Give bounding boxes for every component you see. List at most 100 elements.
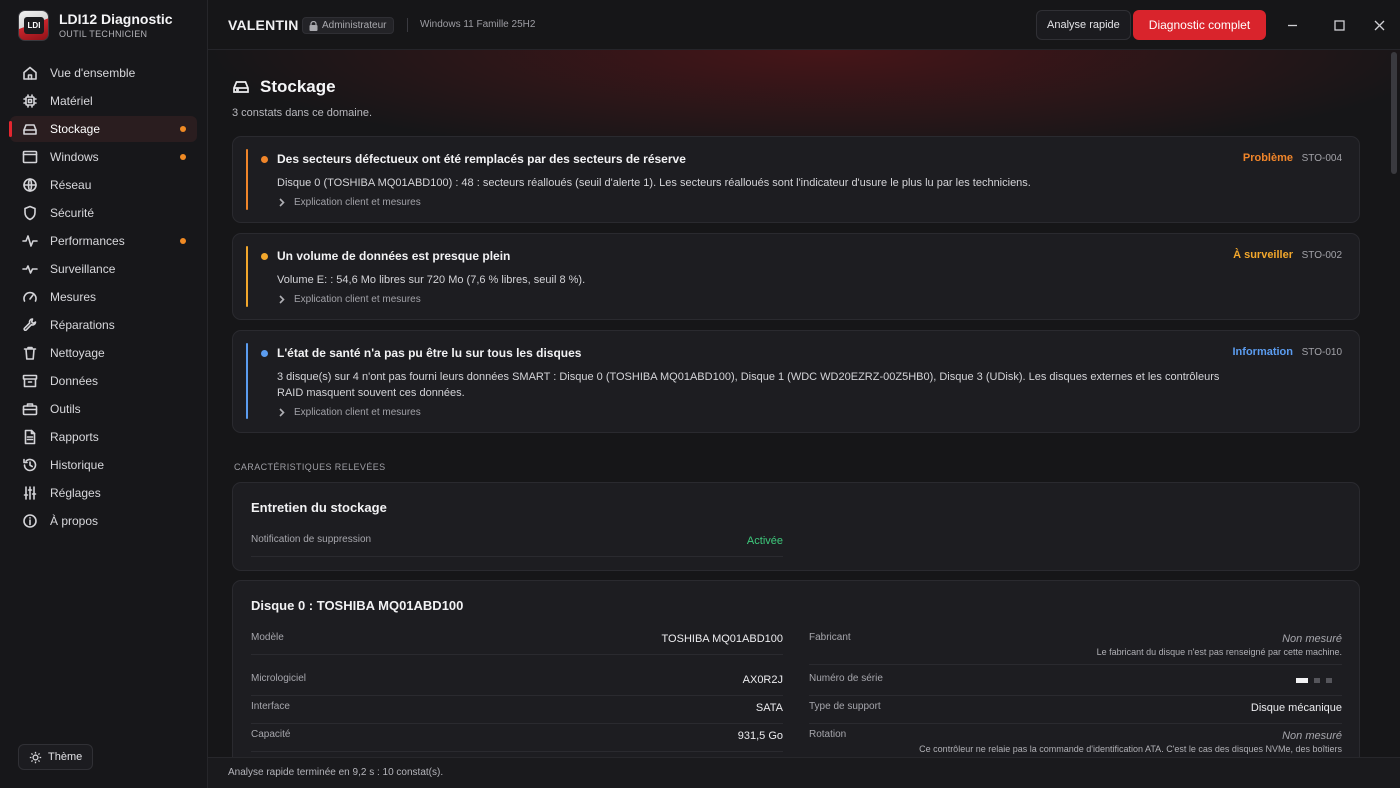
sidebar-item-label: Nettoyage [50, 346, 105, 360]
pulse-icon [22, 233, 38, 249]
divider [407, 18, 408, 32]
card-title: Disque 0 : TOSHIBA MQ01ABD100 [251, 598, 464, 613]
sidebar-item-label: Performances [50, 234, 125, 248]
app-subtitle: OUTIL TECHNICIEN [59, 28, 148, 39]
theme-label: Thème [48, 751, 83, 763]
severity-dot [261, 350, 268, 357]
drive-icon [22, 121, 38, 137]
maximize-icon [1333, 19, 1345, 31]
explanation-label: Explication client et mesures [294, 294, 421, 305]
chevron-right-icon [279, 295, 285, 304]
sidebar-item-donnees[interactable]: Données [10, 368, 197, 394]
kv-key: Rotation [809, 729, 847, 740]
finding-title: L'état de santé n'a pas pu être lu sur t… [277, 346, 582, 360]
kv-key: Numéro de série [809, 673, 883, 684]
finding-text: Disque 0 (TOSHIBA MQ01ABD100) : 48 : sec… [277, 177, 1031, 189]
finding-title: Des secteurs défectueux ont été remplacé… [277, 152, 686, 166]
kv-key: Fabricant [809, 632, 851, 643]
explanation-toggle[interactable]: Explication client et mesures [277, 294, 421, 305]
sliders-icon [22, 485, 38, 501]
minimize-button[interactable] [1282, 15, 1302, 35]
top-bar: VALENTIN Administrateur Windows 11 Famil… [208, 0, 1400, 50]
sidebar-item-reparations[interactable]: Réparations [10, 312, 197, 338]
info-icon [22, 513, 38, 529]
sidebar-item-label: Windows [50, 150, 99, 164]
kv-key: Type de support [809, 701, 881, 712]
gauge-icon [22, 289, 38, 305]
sidebar-item-mesures[interactable]: Mesures [10, 284, 197, 310]
chevron-right-icon [279, 198, 285, 207]
kv-row: Interface SATA [251, 696, 783, 724]
sidebar-item-rapports[interactable]: Rapports [10, 424, 197, 450]
kv-row: Modèle TOSHIBA MQ01ABD100 [251, 627, 783, 655]
severity-label: Problème [1242, 152, 1293, 164]
kv-key: Interface [251, 701, 290, 712]
role-badge: Administrateur [302, 17, 395, 34]
sidebar-item-label: Sécurité [50, 206, 95, 220]
archive-icon [22, 373, 38, 389]
sidebar-item-stockage[interactable]: Stockage [9, 116, 197, 142]
full-diagnostic-button[interactable]: Diagnostic complet [1133, 10, 1266, 40]
drive-icon [233, 81, 249, 93]
kv-value: Disque mécanique [1250, 702, 1342, 714]
explanation-toggle[interactable]: Explication client et mesures [277, 197, 421, 208]
sidebar-item-reseau[interactable]: Réseau [10, 172, 197, 198]
monitor-pulse-icon [22, 261, 38, 277]
window-icon [22, 149, 38, 165]
lock-icon [309, 20, 318, 31]
page-title: Stockage [260, 77, 336, 96]
kv-row: Notification de suppression Activée [251, 529, 783, 557]
kv-value: 931,5 Go [737, 730, 783, 742]
section-label: CARACTÉRISTIQUES RELEVÉES [234, 462, 386, 472]
sidebar-item-label: Réglages [50, 486, 101, 500]
severity-bar [246, 149, 248, 210]
kv-key: Notification de suppression [251, 534, 372, 545]
scrollbar[interactable] [1390, 50, 1398, 757]
sidebar-item-historique[interactable]: Historique [10, 452, 197, 478]
close-button[interactable] [1369, 15, 1389, 35]
sidebar-item-nettoyage[interactable]: Nettoyage [10, 340, 197, 366]
kv-value: Activée [746, 535, 783, 547]
finding-card: L'état de santé n'a pas pu être lu sur t… [232, 330, 1360, 433]
quick-analysis-button[interactable]: Analyse rapide [1036, 10, 1131, 40]
sidebar-item-windows[interactable]: Windows [10, 144, 197, 170]
explanation-label: Explication client et mesures [294, 407, 421, 418]
theme-button[interactable]: Thème [18, 744, 94, 770]
trash-icon [22, 345, 38, 361]
chevron-right-icon [279, 408, 285, 417]
home-icon [22, 65, 38, 81]
maximize-button[interactable] [1329, 15, 1349, 35]
sidebar-item-vue-d-ensemble[interactable]: Vue d'ensemble [10, 60, 197, 86]
sidebar-item-label: Réparations [50, 318, 115, 332]
main-content[interactable]: Stockage 3 constats dans ce domaine. Des… [208, 50, 1400, 757]
finding-code: STO-002 [1301, 250, 1342, 261]
scroll-thumb[interactable] [1391, 52, 1397, 174]
kv-note: Ce contrôleur ne relaie pas la commande … [919, 744, 1342, 754]
notification-dot [180, 238, 186, 244]
sidebar-item-label: Outils [50, 402, 81, 416]
sun-icon [29, 751, 42, 763]
finding-code: STO-004 [1301, 153, 1342, 164]
kv-key: Capacité [251, 729, 291, 740]
sidebar-item-label: Historique [50, 458, 105, 472]
sidebar-item-outils[interactable]: Outils [10, 396, 197, 422]
wrench-icon [22, 317, 38, 333]
kv-value: Non mesuré [1282, 633, 1342, 645]
sidebar-item-label: Stockage [50, 122, 101, 136]
kv-key: Micrologiciel [251, 673, 307, 684]
sidebar-item-reglages[interactable]: Réglages [10, 480, 197, 506]
sidebar-item-performances[interactable]: Performances [10, 228, 197, 254]
finding-card: Un volume de données est presque plein À… [232, 233, 1360, 320]
sidebar-item-surveillance[interactable]: Surveillance [10, 256, 197, 282]
kv-row: Capacité 931,5 Go [251, 724, 783, 752]
severity-label: Information [1232, 346, 1294, 358]
shield-icon [22, 205, 38, 221]
kv-row: Fabricant Non mesuré Le fabricant du dis… [809, 627, 1342, 665]
chip-icon [22, 93, 38, 109]
serial-masked[interactable] [1290, 678, 1332, 683]
sidebar-item-materiel[interactable]: Matériel [10, 88, 197, 114]
sidebar-item-securite[interactable]: Sécurité [10, 200, 197, 226]
explanation-toggle[interactable]: Explication client et mesures [277, 407, 421, 418]
finding-text: 3 disque(s) sur 4 n'ont pas fourni leurs… [277, 371, 1220, 399]
sidebar-item-a-propos[interactable]: À propos [10, 508, 197, 534]
